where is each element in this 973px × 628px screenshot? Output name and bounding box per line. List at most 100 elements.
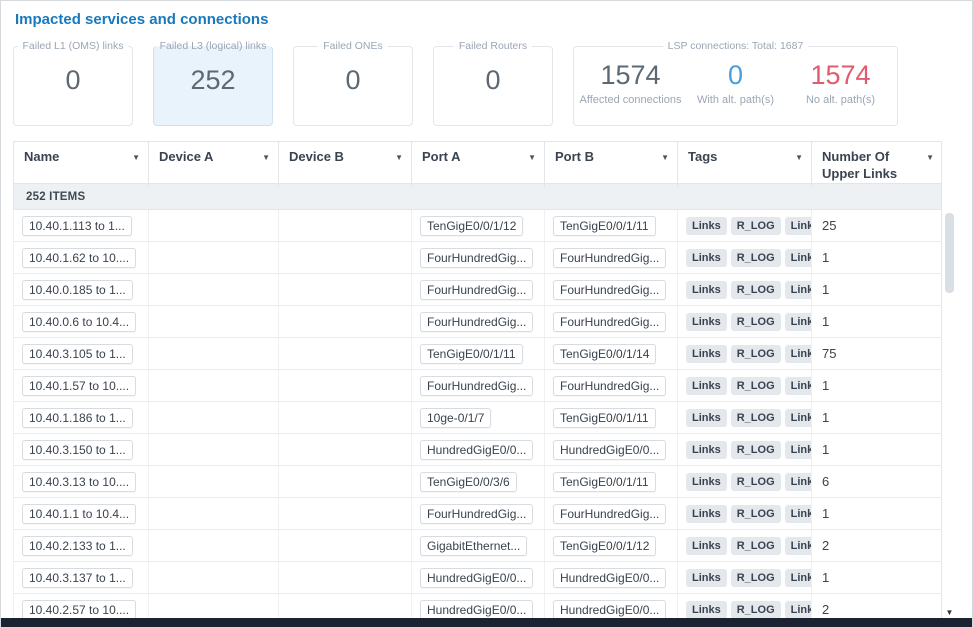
- column-header-upper-links[interactable]: Number Of Upper Links ▼: [812, 142, 942, 187]
- service-name-chip[interactable]: 10.40.1.1 to 10.4...: [22, 504, 136, 524]
- chevron-down-icon[interactable]: ▼: [661, 153, 669, 163]
- port-a-chip[interactable]: TenGigE0/0/1/11: [420, 344, 523, 364]
- port-a-chip[interactable]: HundredGigE0/0...: [420, 568, 533, 588]
- cell-tags: LinksR_LOGLink: [678, 498, 812, 529]
- service-name-chip[interactable]: 10.40.0.6 to 10.4...: [22, 312, 136, 332]
- port-b-chip[interactable]: TenGigE0/0/1/11: [553, 408, 656, 428]
- cell-tags: LinksR_LOGLink: [678, 242, 812, 273]
- service-name-chip[interactable]: 10.40.0.185 to 1...: [22, 280, 133, 300]
- tag-badge: Links: [686, 537, 727, 555]
- table-row[interactable]: 10.40.2.133 to 1... GigabitEthernet... T…: [14, 530, 941, 562]
- service-name-chip[interactable]: 10.40.1.186 to 1...: [22, 408, 133, 428]
- port-a-chip[interactable]: FourHundredGig...: [420, 248, 533, 268]
- chevron-down-icon[interactable]: ▼: [262, 153, 270, 163]
- port-b-chip[interactable]: TenGigE0/0/1/11: [553, 216, 656, 236]
- metric-no-alt-paths[interactable]: 1574 No alt. path(s): [788, 60, 893, 106]
- service-name-chip[interactable]: 10.40.1.57 to 10....: [22, 376, 136, 396]
- table-row[interactable]: 10.40.3.137 to 1... HundredGigE0/0... Hu…: [14, 562, 941, 594]
- tag-badge: Links: [686, 409, 727, 427]
- port-b-chip[interactable]: FourHundredGig...: [553, 248, 666, 268]
- port-a-chip[interactable]: FourHundredGig...: [420, 280, 533, 300]
- metric-affected-connections[interactable]: 1574 Affected connections: [578, 60, 683, 106]
- port-b-chip[interactable]: FourHundredGig...: [553, 376, 666, 396]
- scrollbar-thumb[interactable]: [945, 213, 954, 293]
- cell-tags: LinksR_LOGLink: [678, 562, 812, 593]
- stat-box-failed-routers[interactable]: Failed Routers 0: [433, 40, 553, 126]
- page-title: Impacted services and connections: [15, 11, 268, 28]
- cell-device-a: [149, 594, 279, 620]
- tag-badge: Links: [686, 505, 727, 523]
- stat-box-failed-ones[interactable]: Failed ONEs 0: [293, 40, 413, 126]
- port-b-chip[interactable]: FourHundredGig...: [553, 280, 666, 300]
- chevron-down-icon[interactable]: ▼: [132, 153, 140, 163]
- port-a-chip[interactable]: 10ge-0/1/7: [420, 408, 491, 428]
- cell-device-b: [279, 306, 412, 337]
- port-a-chip[interactable]: GigabitEthernet...: [420, 536, 527, 556]
- service-name-chip[interactable]: 10.40.3.137 to 1...: [22, 568, 133, 588]
- column-label: Port B: [555, 149, 594, 164]
- column-header-port-a[interactable]: Port A ▼: [412, 142, 545, 187]
- column-header-name[interactable]: Name ▼: [14, 142, 149, 187]
- port-b-chip[interactable]: FourHundredGig...: [553, 504, 666, 524]
- table-row[interactable]: 10.40.1.1 to 10.4... FourHundredGig... F…: [14, 498, 941, 530]
- cell-port-b: FourHundredGig...: [545, 498, 678, 529]
- cell-port-a: FourHundredGig...: [412, 274, 545, 305]
- table-row[interactable]: 10.40.2.57 to 10.... HundredGigE0/0... H…: [14, 594, 941, 620]
- service-name-chip[interactable]: 10.40.1.113 to 1...: [22, 216, 132, 236]
- stat-box-label: Failed L3 (logical) links: [155, 40, 272, 52]
- tag-badge: Link: [785, 441, 812, 459]
- port-a-chip[interactable]: TenGigE0/0/1/12: [420, 216, 523, 236]
- service-name-chip[interactable]: 10.40.3.13 to 10....: [22, 472, 136, 492]
- stat-box-failed-l1-links[interactable]: Failed L1 (OMS) links 0: [13, 40, 133, 126]
- table-row[interactable]: 10.40.0.6 to 10.4... FourHundredGig... F…: [14, 306, 941, 338]
- tag-badge: R_LOG: [731, 409, 781, 427]
- table-row[interactable]: 10.40.3.105 to 1... TenGigE0/0/1/11 TenG…: [14, 338, 941, 370]
- port-a-chip[interactable]: FourHundredGig...: [420, 312, 533, 332]
- column-header-tags[interactable]: Tags ▼: [678, 142, 812, 187]
- port-a-chip[interactable]: HundredGigE0/0...: [420, 600, 533, 620]
- chevron-down-icon[interactable]: ▼: [795, 153, 803, 163]
- chevron-down-icon[interactable]: ▼: [528, 153, 536, 163]
- port-a-chip[interactable]: FourHundredGig...: [420, 376, 533, 396]
- port-b-chip[interactable]: HundredGigE0/0...: [553, 568, 666, 588]
- service-name-chip[interactable]: 10.40.2.133 to 1...: [22, 536, 133, 556]
- table-row[interactable]: 10.40.1.113 to 1... TenGigE0/0/1/12 TenG…: [14, 210, 941, 242]
- table-row[interactable]: 10.40.0.185 to 1... FourHundredGig... Fo…: [14, 274, 941, 306]
- cell-port-b: HundredGigE0/0...: [545, 434, 678, 465]
- port-b-chip[interactable]: TenGigE0/0/1/14: [553, 344, 656, 364]
- cell-port-a: GigabitEthernet...: [412, 530, 545, 561]
- table-scrollbar[interactable]: ▼: [941, 141, 957, 620]
- port-b-chip[interactable]: HundredGigE0/0...: [553, 440, 666, 460]
- service-name-chip[interactable]: 10.40.3.150 to 1...: [22, 440, 133, 460]
- cell-name: 10.40.1.62 to 10....: [14, 242, 149, 273]
- tag-badge: Link: [785, 473, 812, 491]
- port-b-chip[interactable]: TenGigE0/0/1/11: [553, 472, 656, 492]
- cell-tags: LinksR_LOGLink: [678, 466, 812, 497]
- bottom-bar: [1, 618, 972, 627]
- port-a-chip[interactable]: FourHundredGig...: [420, 504, 533, 524]
- cell-port-b: TenGigE0/0/1/14: [545, 338, 678, 369]
- table-row[interactable]: 10.40.1.62 to 10.... FourHundredGig... F…: [14, 242, 941, 274]
- column-header-device-a[interactable]: Device A ▼: [149, 142, 279, 187]
- service-name-chip[interactable]: 10.40.1.62 to 10....: [22, 248, 136, 268]
- service-name-chip[interactable]: 10.40.2.57 to 10....: [22, 600, 136, 620]
- cell-name: 10.40.0.185 to 1...: [14, 274, 149, 305]
- service-name-chip[interactable]: 10.40.3.105 to 1...: [22, 344, 133, 364]
- column-header-port-b[interactable]: Port B ▼: [545, 142, 678, 187]
- table-row[interactable]: 10.40.1.57 to 10.... FourHundredGig... F…: [14, 370, 941, 402]
- port-b-chip[interactable]: TenGigE0/0/1/12: [553, 536, 656, 556]
- table-row[interactable]: 10.40.1.186 to 1... 10ge-0/1/7 TenGigE0/…: [14, 402, 941, 434]
- column-header-device-b[interactable]: Device B ▼: [279, 142, 412, 187]
- port-a-chip[interactable]: HundredGigE0/0...: [420, 440, 533, 460]
- chevron-down-icon[interactable]: ▼: [395, 153, 403, 163]
- cell-port-b: FourHundredGig...: [545, 306, 678, 337]
- port-b-chip[interactable]: HundredGigE0/0...: [553, 600, 666, 620]
- stat-box-failed-l3-links[interactable]: Failed L3 (logical) links 252: [153, 40, 273, 126]
- metric-with-alt-paths[interactable]: 0 With alt. path(s): [683, 60, 788, 106]
- table-row[interactable]: 10.40.3.150 to 1... HundredGigE0/0... Hu…: [14, 434, 941, 466]
- table-row[interactable]: 10.40.3.13 to 10.... TenGigE0/0/3/6 TenG…: [14, 466, 941, 498]
- port-a-chip[interactable]: TenGigE0/0/3/6: [420, 472, 517, 492]
- port-b-chip[interactable]: FourHundredGig...: [553, 312, 666, 332]
- cell-port-b: HundredGigE0/0...: [545, 562, 678, 593]
- chevron-down-icon[interactable]: ▼: [926, 153, 934, 163]
